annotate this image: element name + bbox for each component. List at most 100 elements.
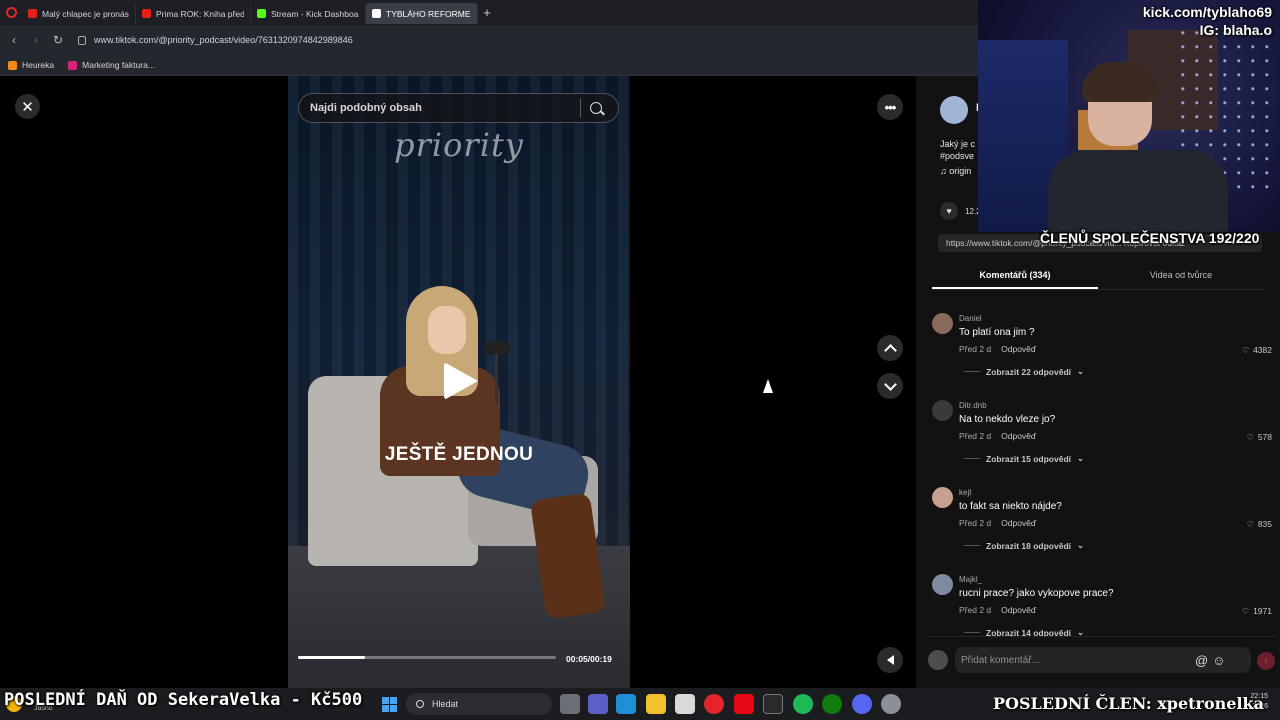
more-options-button[interactable]: ••• — [877, 94, 903, 120]
tab-1[interactable]: Malý chlapec je pronásled — [22, 3, 136, 24]
tab-creator-videos[interactable]: Videa od tvůrce — [1098, 264, 1264, 289]
edge-icon[interactable] — [616, 694, 636, 714]
close-button[interactable]: ✕ — [15, 94, 40, 119]
view-replies-label: Zobrazit 14 odpovědí — [986, 627, 1072, 637]
kick-icon — [257, 9, 266, 18]
comment-username[interactable]: Ditr.dnb — [959, 401, 987, 410]
file-explorer-icon[interactable] — [560, 694, 580, 714]
view-replies-button[interactable]: Zobrazit 15 odpovědí ⌄ — [964, 453, 1084, 464]
comment-avatar[interactable] — [932, 400, 953, 421]
reload-icon[interactable]: ↻ — [50, 33, 66, 47]
comment-item: Ditr.dnb Na to nekdo vleze jo? Před 2 d … — [932, 400, 1272, 482]
new-tab-button[interactable]: + — [478, 5, 496, 20]
heart-icon[interactable]: ♥ — [940, 202, 958, 220]
add-comment-box[interactable]: @ ☺ — [955, 647, 1251, 673]
store-icon[interactable] — [675, 694, 695, 714]
comment-like-count: 1971 — [1253, 606, 1272, 616]
comment-avatar[interactable] — [932, 574, 953, 595]
play-icon[interactable] — [444, 362, 478, 400]
back-icon[interactable]: ‹ — [6, 33, 22, 47]
search-input[interactable] — [310, 102, 580, 114]
view-replies-button[interactable]: Zobrazit 22 odpovědí ⌄ — [964, 366, 1084, 377]
chevron-down-icon — [883, 377, 897, 391]
author-avatar[interactable] — [940, 96, 968, 124]
view-replies-button[interactable]: Zobrazit 14 odpovědí ⌄ — [964, 627, 1084, 636]
speaker-icon — [886, 655, 894, 665]
search-icon[interactable] — [590, 102, 602, 114]
tab-2[interactable]: Prima ROK: Kniha přední — [136, 3, 251, 24]
send-button[interactable]: ↑ — [1257, 652, 1275, 670]
url-text: www.tiktok.com/@priority_podcast/video/7… — [94, 35, 353, 45]
comment-meta: Před 2 d Odpověď — [959, 431, 1036, 441]
reply-button[interactable]: Odpověď — [1001, 605, 1036, 615]
taskbar-search[interactable]: Hledat — [406, 693, 552, 715]
webcam-overlay: kick.com/tyblaho69 IG: blaha.o — [978, 0, 1280, 232]
comment-username[interactable]: Daniel — [959, 314, 982, 323]
comment-item: Daniel To platí ona jim ? Před 2 d Odpov… — [932, 313, 1272, 395]
comment-item: Majkl_ rucni prace? jako vykopove prace?… — [932, 574, 1272, 636]
comment-likes[interactable]: ♡ 835 — [1247, 519, 1272, 529]
replies-line — [964, 458, 980, 459]
heart-outline-icon: ♡ — [1246, 519, 1254, 529]
tab-comments[interactable]: Komentářů (334) — [932, 264, 1098, 289]
comment-text: To platí ona jim ? — [959, 327, 1035, 338]
next-video-button[interactable] — [877, 373, 903, 399]
bookmark-marketing[interactable]: Marketing faktura... — [68, 60, 155, 70]
add-comment-input[interactable] — [961, 654, 1191, 666]
volume-button[interactable] — [877, 647, 903, 673]
address-bar: ‹ › ↻ www.tiktok.com/@priority_podcast/v… — [0, 25, 980, 55]
discord-icon[interactable] — [852, 694, 872, 714]
comment-username[interactable]: Majkl_ — [959, 575, 982, 584]
mention-icon[interactable]: @ — [1195, 653, 1208, 668]
reply-button[interactable]: Odpověď — [1001, 344, 1036, 354]
forward-icon[interactable]: › — [28, 33, 44, 47]
steam-icon[interactable] — [881, 694, 901, 714]
comment-likes[interactable]: ♡ 4382 — [1242, 345, 1272, 355]
epic-icon[interactable] — [763, 694, 783, 714]
comment-username[interactable]: kejt — [959, 488, 971, 497]
video-progress-bar[interactable] — [298, 656, 556, 659]
my-avatar[interactable] — [928, 650, 948, 670]
video-player[interactable]: priority JEŠTĚ JEDNOU — [288, 76, 630, 688]
comment-likes[interactable]: ♡ 578 — [1247, 432, 1272, 442]
comment-avatar[interactable] — [932, 313, 953, 334]
music-label[interactable]: ♫ origin — [940, 166, 971, 176]
person-face — [428, 306, 466, 354]
priority-logo: priority — [394, 126, 524, 164]
comment-time: Před 2 d — [959, 431, 992, 441]
teams-icon[interactable] — [588, 694, 608, 714]
netflix-icon[interactable] — [734, 694, 754, 714]
reply-button[interactable]: Odpověď — [1001, 431, 1036, 441]
xbox-icon[interactable] — [822, 694, 842, 714]
replies-line — [964, 371, 980, 372]
comment-like-count: 4382 — [1253, 345, 1272, 355]
tab-4[interactable]: TYBLÁHO REFORMED (@ — [366, 3, 478, 24]
spotify-icon[interactable] — [793, 694, 813, 714]
folder-icon[interactable] — [646, 694, 666, 714]
view-replies-button[interactable]: Zobrazit 18 odpovědí ⌄ — [964, 540, 1084, 551]
video-caption: JEŠTĚ JEDNOU — [384, 444, 534, 465]
browser-tab-bar: Malý chlapec je pronásled Prima ROK: Kni… — [0, 0, 980, 25]
webcam-streamer-hair — [1082, 62, 1158, 102]
heart-outline-icon: ♡ — [1241, 606, 1250, 616]
heart-outline-icon: ♡ — [1246, 432, 1254, 442]
comment-time: Před 2 d — [959, 605, 992, 615]
opera-icon[interactable] — [704, 694, 724, 714]
previous-video-button[interactable] — [877, 335, 903, 361]
url-field[interactable]: www.tiktok.com/@priority_podcast/video/7… — [78, 35, 353, 45]
search-bar[interactable] — [298, 93, 619, 123]
comment-meta: Před 2 d Odpověď — [959, 344, 1036, 354]
emoji-icon[interactable]: ☺ — [1212, 653, 1225, 668]
windows-start-icon[interactable] — [382, 697, 397, 712]
mouse-cursor-icon — [763, 379, 773, 393]
opera-logo-icon[interactable] — [0, 0, 22, 25]
comment-avatar[interactable] — [932, 487, 953, 508]
tab-3[interactable]: Stream - Kick Dashboard — [251, 3, 366, 24]
comment-likes[interactable]: ♡ 1971 — [1242, 606, 1272, 616]
bookmark-heureka[interactable]: Heureka — [8, 60, 54, 70]
panel-tabs: Komentářů (334) Videa od tvůrce — [932, 264, 1264, 290]
reply-button[interactable]: Odpověď — [1001, 518, 1036, 528]
last-tax-ticker: POSLEDNÍ DAŇ OD SekeraVelka - Kč500 — [4, 690, 363, 710]
comment-like-count: 835 — [1257, 519, 1272, 529]
arrow-up-icon: ↑ — [1263, 656, 1269, 666]
